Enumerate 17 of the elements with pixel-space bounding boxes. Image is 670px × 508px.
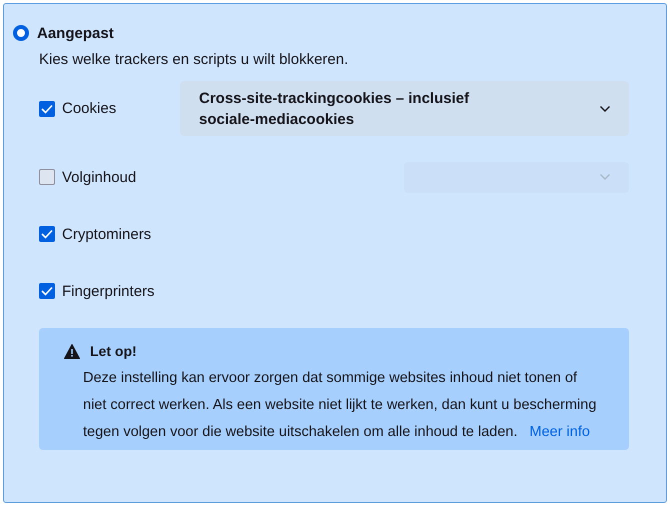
checkbox[interactable] (39, 226, 55, 242)
warning-title: Let op! (90, 343, 137, 359)
radio-button[interactable] (13, 25, 29, 41)
dropdown[interactable]: Cross-site-trackingcookies – inclusief sociale-mediacookies (180, 81, 629, 136)
checkbox[interactable] (39, 283, 55, 299)
warning-icon (64, 344, 80, 358)
chevron-down-icon (599, 173, 611, 181)
checkbox-label: Cookies (62, 100, 116, 117)
checkbox[interactable] (39, 169, 55, 185)
checkbox-label: Volginhoud (62, 168, 136, 186)
chevron-down-icon (599, 104, 611, 112)
checkbox-label: Cryptominers (62, 226, 152, 242)
option-label: Aangepast (37, 24, 114, 42)
checkbox-label: Fingerprinters (62, 282, 155, 300)
description: Kies welke trackers en scripts u wilt blokkeren. (39, 51, 350, 70)
warning-text: Deze instelling kan ervoor zorgen dat sommige websites inhoud niet tonen of niet correct werken. Als een website niet lijkt te werken, dan kunt u bescherming tegen volgen voor die website uitschakelen om alle inhoud te laden. Meer info (83, 369, 598, 442)
checkbox[interactable] (39, 100, 55, 116)
